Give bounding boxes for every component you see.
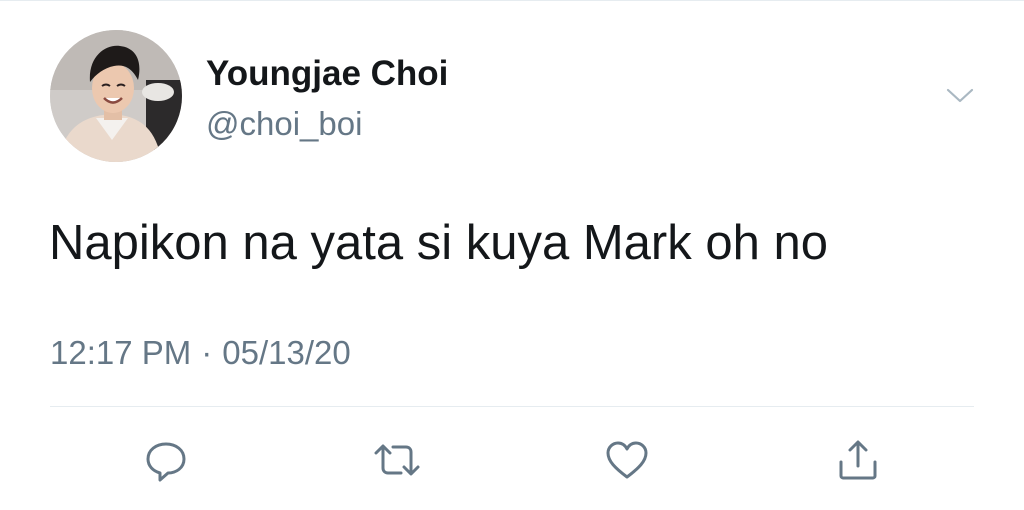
tweet-timestamp[interactable]: 12:17 PM · 05/13/20 — [50, 332, 351, 374]
top-divider — [0, 0, 1024, 1]
tweet-date: 05/13/20 — [222, 334, 351, 371]
share-icon — [839, 440, 877, 480]
chevron-down-icon — [946, 88, 974, 103]
tweet-time: 12:17 PM — [50, 334, 192, 371]
profile-photo-icon — [50, 30, 182, 162]
author-display-name[interactable]: Youngjae Choi — [206, 52, 448, 96]
reply-button[interactable] — [136, 430, 196, 490]
author-handle[interactable]: @choi_boi — [206, 103, 362, 145]
share-button[interactable] — [828, 430, 888, 490]
actions-divider — [50, 406, 974, 407]
reply-icon — [146, 442, 186, 482]
retweet-icon — [374, 444, 420, 476]
like-button[interactable] — [597, 430, 657, 490]
timestamp-separator: · — [201, 334, 213, 371]
retweet-button[interactable] — [367, 430, 427, 490]
avatar[interactable] — [50, 30, 182, 162]
more-options-button[interactable] — [944, 84, 976, 108]
heart-icon — [606, 441, 648, 479]
tweet-text: Napikon na yata si kuya Mark oh no — [49, 216, 828, 270]
